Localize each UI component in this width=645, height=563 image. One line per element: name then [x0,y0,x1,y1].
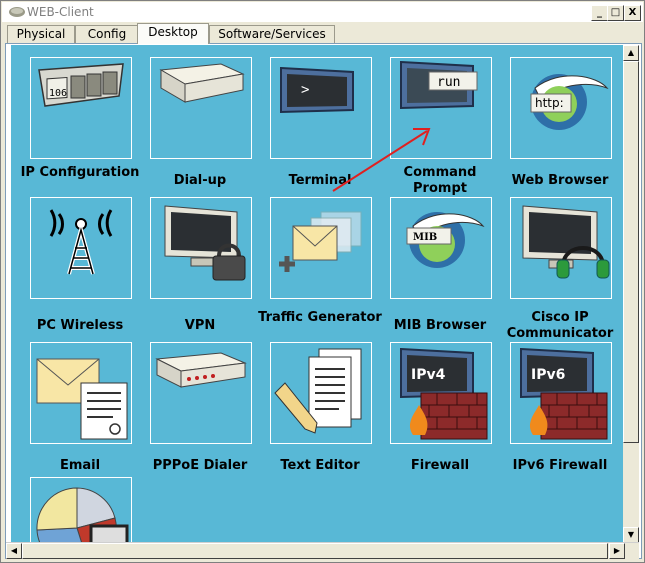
firewall-icon: IPv4 [400,347,488,440]
web-client-window: WEB-Client _ □ X Physical Config Desktop… [0,0,645,563]
traffic-generator-icon [279,211,362,272]
tab-config[interactable]: Config [75,25,139,43]
title-bar: WEB-Client _ □ X [2,2,643,22]
ipv6-firewall-icon: IPv6 [520,347,608,440]
pppoe-dialer-icon [155,352,247,388]
app-icon [9,7,25,17]
app-label-email: Email [59,458,101,473]
cisco-ip-communicator-tile[interactable] [510,197,612,299]
ip-communicator-icon [522,205,610,279]
scroll-left-button[interactable]: ◀ [6,543,22,559]
app-label-traffic-generator: Traffic Generator [258,310,382,325]
app-label-cisco-ip-communicator: Cisco IP Communicator [506,310,614,341]
http-text: http: [535,96,564,110]
pie-chart-app-icon [36,487,129,542]
scroll-right-button[interactable]: ▶ [609,543,625,559]
vertical-scrollbar[interactable]: ▲ ▼ [623,45,639,543]
app-label-firewall: Firewall [410,458,470,473]
ip-config-screen-text: 106 [49,88,67,99]
ipv4-text: IPv4 [411,367,446,383]
mib-browser-tile[interactable]: MIB [390,197,492,299]
app-label-ip-configuration: IP Configuration [20,165,140,180]
dial-up-tile[interactable] [150,57,252,159]
app-label-dial-up: Dial-up [173,173,227,188]
web-browser-tile[interactable]: http: [510,57,612,159]
app-label-pc-wireless: PC Wireless [36,318,124,333]
email-icon [36,358,128,440]
scroll-down-button[interactable]: ▼ [623,527,639,543]
vpn-tile[interactable] [150,197,252,299]
ip-configuration-tile[interactable]: 106 [30,57,132,159]
desktop-area: 106 IP Configuration Dial-up > Terminal … [11,45,627,542]
window-title: WEB-Client [27,5,94,19]
mib-text: MIB [413,232,437,243]
pie-chart-app-tile[interactable] [30,477,132,542]
close-button[interactable]: X [624,5,641,21]
app-label-pppoe-dialer: PPPoE Dialer [152,458,248,473]
ip-config-icon: 106 [38,63,124,107]
app-label-mib-browser: MIB Browser [393,318,487,333]
minimize-button[interactable]: _ [591,5,608,21]
tab-software-services[interactable]: Software/Services [209,25,335,43]
pc-wireless-tile[interactable] [30,197,132,299]
vpn-lock-icon [164,205,246,281]
ipv6-text: IPv6 [531,367,565,383]
firewall-tile[interactable]: IPv4 [390,342,492,444]
tab-desktop[interactable]: Desktop [137,23,209,44]
run-text: run [437,75,460,90]
app-label-vpn: VPN [184,318,216,333]
traffic-generator-tile[interactable] [270,197,372,299]
email-tile[interactable] [30,342,132,444]
mib-browser-icon: MIB [406,212,485,268]
tab-physical[interactable]: Physical [7,25,75,43]
horizontal-scroll-thumb[interactable] [22,543,608,559]
ipv6-firewall-tile[interactable]: IPv6 [510,342,612,444]
text-editor-tile[interactable] [270,342,372,444]
scroll-up-button[interactable]: ▲ [623,45,639,61]
horizontal-scrollbar[interactable]: ◀ ▶ [6,542,639,559]
wireless-antenna-icon [49,209,113,275]
desktop-panel: 106 IP Configuration Dial-up > Terminal … [5,43,642,559]
terminal-prompt-text: > [301,82,309,98]
app-label-text-editor: Text Editor [280,458,360,473]
pppoe-dialer-tile[interactable] [150,342,252,444]
app-label-web-browser: Web Browser [511,173,609,188]
vertical-scroll-thumb[interactable] [623,61,639,443]
modem-icon [159,63,245,103]
app-label-ipv6-firewall: IPv6 Firewall [512,458,608,473]
web-browser-icon: http: [530,74,609,130]
maximize-button[interactable]: □ [607,5,624,21]
annotation-arrow [332,128,431,192]
text-editor-icon [274,348,362,434]
